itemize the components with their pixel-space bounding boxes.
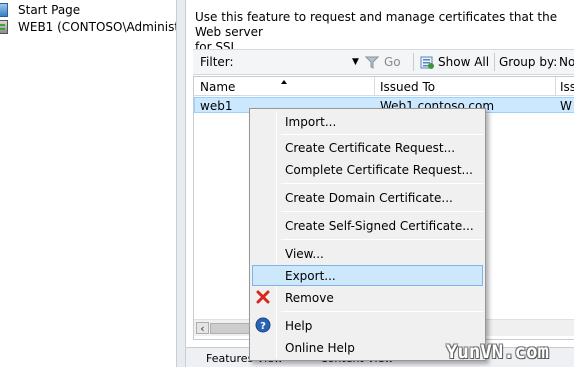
menu-item-import[interactable]: Import... (252, 111, 483, 132)
menu-separator (281, 211, 483, 212)
menu-separator (281, 183, 483, 184)
toolbar-separator (494, 53, 495, 71)
pane-splitter[interactable] (176, 0, 186, 367)
filter-input[interactable] (241, 53, 363, 71)
menu-item-help[interactable]: ? Help (252, 315, 483, 336)
menu-separator (281, 134, 483, 135)
watermark: YunVN.com (446, 341, 549, 363)
menu-item-label: View... (285, 246, 324, 261)
menu-item-label: Help (285, 318, 313, 333)
filter-dropdown-arrow-icon[interactable]: ▼ (352, 57, 359, 67)
filter-label: Filter: (200, 55, 234, 69)
menu-separator (281, 311, 483, 312)
show-all-button[interactable]: Show All (438, 55, 489, 69)
group-by-label: Group by: (499, 55, 558, 69)
filter-funnel-icon (365, 56, 379, 69)
menu-item-remove[interactable]: Remove (252, 287, 483, 308)
sort-ascending-icon (281, 80, 287, 84)
svg-text:?: ? (260, 321, 266, 332)
tree-item-server[interactable]: WEB1 (CONTOSO\Administrator) (0, 19, 176, 35)
tree-item-label: Start Page (18, 3, 81, 17)
menu-item-label: Online Help (285, 340, 355, 355)
column-separator[interactable] (374, 77, 375, 96)
tree-item-start-page[interactable]: Start Page (0, 2, 80, 18)
menu-item-label: Create Certificate Request... (285, 140, 456, 155)
server-icon (0, 20, 8, 34)
filter-bar: Filter: ▼ Go Show All Group by: No (193, 49, 574, 75)
list-header: Name Issued To Issu (194, 77, 574, 96)
group-by-select[interactable]: No (559, 55, 574, 69)
menu-separator (281, 239, 483, 240)
menu-item-label: Import... (285, 114, 337, 129)
menu-item-label: Create Self-Signed Certificate... (285, 218, 474, 233)
cell-name: web1 (200, 99, 233, 113)
column-header-name[interactable]: Name (200, 80, 235, 94)
start-page-icon (0, 3, 8, 17)
menu-item-export[interactable]: Export... (252, 265, 483, 286)
cell-issued-by: W (560, 99, 572, 113)
context-menu: Import... Create Certificate Request... … (249, 108, 486, 361)
column-header-issued-to[interactable]: Issued To (380, 80, 435, 94)
help-icon: ? (255, 317, 271, 333)
connections-tree: Start Page WEB1 (CONTOSO\Administrator) (0, 0, 176, 367)
show-all-icon (420, 56, 434, 69)
scroll-left-icon[interactable]: ‹ (196, 322, 209, 335)
menu-item-create-domain-certificate[interactable]: Create Domain Certificate... (252, 187, 483, 208)
menu-item-complete-certificate-request[interactable]: Complete Certificate Request... (252, 159, 483, 180)
toolbar-separator (413, 53, 414, 71)
menu-item-create-self-signed-certificate[interactable]: Create Self-Signed Certificate... (252, 215, 483, 236)
menu-item-label: Create Domain Certificate... (285, 190, 453, 205)
menu-item-label: Remove (285, 290, 334, 305)
menu-item-label: Complete Certificate Request... (285, 162, 473, 177)
go-button[interactable]: Go (384, 55, 401, 69)
menu-item-view[interactable]: View... (252, 243, 483, 264)
menu-item-label: Export... (285, 268, 336, 283)
menu-item-create-certificate-request[interactable]: Create Certificate Request... (252, 137, 483, 158)
tree-item-label: WEB1 (CONTOSO\Administrator) (18, 20, 176, 34)
column-separator[interactable] (555, 77, 556, 96)
column-header-issued-by[interactable]: Issu (560, 80, 574, 94)
remove-icon (256, 290, 270, 304)
